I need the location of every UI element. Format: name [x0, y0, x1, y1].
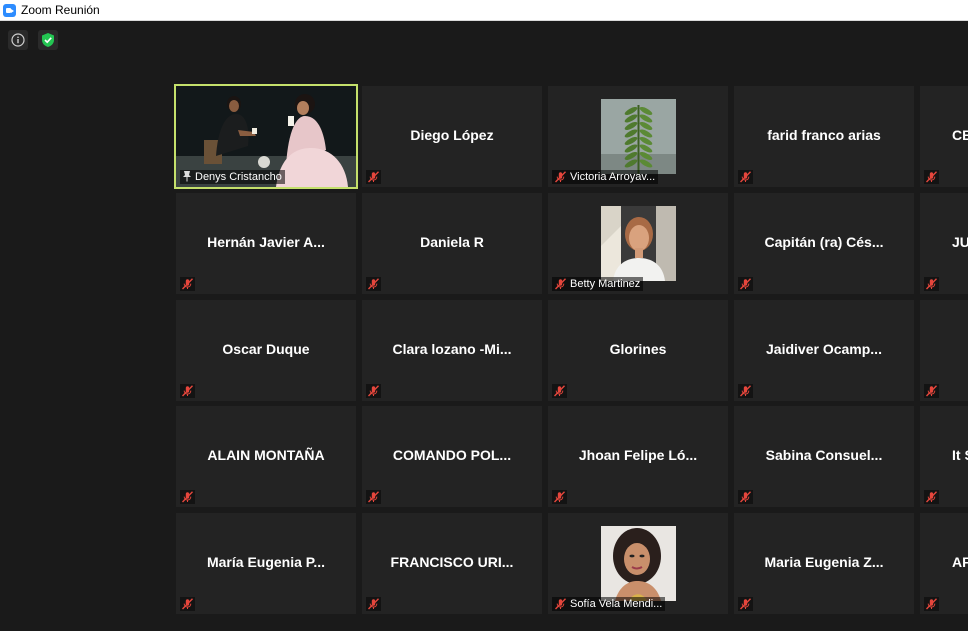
participant-name: Daniela R	[420, 234, 484, 250]
participant-photo	[601, 99, 676, 174]
participant-tile[interactable]: Sofía Vela Mendi...	[548, 513, 728, 614]
participant-name: Denys Cristancho	[195, 171, 282, 183]
participant-name: Sofía Vela Mendi...	[570, 598, 663, 610]
participant-tile[interactable]: farid franco arias	[734, 86, 914, 187]
participant-name-label: Sofía Vela Mendi...	[552, 597, 666, 611]
participant-tile[interactable]: Jhoan Felipe Ló...	[548, 406, 728, 507]
muted-mic-icon	[552, 490, 567, 504]
participant-name: CE	[952, 127, 968, 143]
participant-photo	[601, 206, 676, 281]
participant-name-label: Betty Martinez	[552, 277, 644, 291]
participant-name: AF	[952, 554, 968, 570]
participant-name: It S	[952, 447, 968, 463]
muted-mic-icon	[366, 170, 381, 184]
participant-tile[interactable]: Diego López	[362, 86, 542, 187]
participant-tile[interactable]: Oscar Duque	[176, 300, 356, 401]
muted-mic-icon	[924, 490, 939, 504]
participant-tile[interactable]: Sabina Consuel...	[734, 406, 914, 507]
participant-name: Betty Martinez	[570, 278, 641, 290]
muted-mic-icon	[924, 277, 939, 291]
muted-mic-icon	[738, 597, 753, 611]
muted-mic-icon	[738, 490, 753, 504]
participant-name: Oscar Duque	[222, 341, 310, 357]
participant-tile[interactable]: FRANCISCO URI...	[362, 513, 542, 614]
muted-mic-icon	[738, 170, 753, 184]
muted-mic-icon	[554, 597, 567, 611]
participant-name: Glorines	[609, 341, 667, 357]
muted-mic-icon	[924, 170, 939, 184]
muted-mic-icon	[366, 277, 381, 291]
participant-photo	[601, 526, 676, 601]
muted-mic-icon	[366, 490, 381, 504]
muted-mic-icon	[738, 384, 753, 398]
muted-mic-icon	[366, 597, 381, 611]
muted-mic-icon	[738, 277, 753, 291]
participant-tile[interactable]: María Eugenia P...	[176, 513, 356, 614]
participant-name: COMANDO POL...	[392, 447, 512, 463]
participant-name: Clara lozano -Mi...	[392, 341, 512, 357]
participant-name: Hernán Javier A...	[207, 234, 325, 250]
participant-tile[interactable]: AF	[920, 513, 968, 614]
muted-mic-icon	[554, 170, 567, 184]
participant-tile[interactable]: ALAIN MONTAÑA	[176, 406, 356, 507]
participant-name: farid franco arias	[767, 127, 881, 143]
participant-tile[interactable]: Daniela R	[362, 193, 542, 294]
participant-tile[interactable]: COMANDO POL...	[362, 406, 542, 507]
participant-tile[interactable]: Jaidiver Ocamp...	[734, 300, 914, 401]
muted-mic-icon	[366, 384, 381, 398]
participant-tile[interactable]: Clara lozano -Mi...	[362, 300, 542, 401]
participant-name: Capitán (ra) Cés...	[764, 234, 884, 250]
participant-tile[interactable]: Maria Eugenia Z...	[734, 513, 914, 614]
participant-name: FRANCISCO URI...	[390, 554, 514, 570]
participant-gallery: Denys Cristancho Diego López Victoria Arro…	[0, 0, 968, 631]
participant-name: Jhoan Felipe Ló...	[578, 447, 698, 463]
muted-mic-icon	[180, 277, 195, 291]
participant-tile[interactable]: Glorines	[548, 300, 728, 401]
participant-name: Jaidiver Ocamp...	[766, 341, 882, 357]
participant-tile[interactable]: It S	[920, 406, 968, 507]
participant-name: ALAIN MONTAÑA	[207, 447, 325, 463]
participant-name: JU	[952, 234, 968, 250]
participant-tile[interactable]: Betty Martinez	[548, 193, 728, 294]
muted-mic-icon	[180, 490, 195, 504]
muted-mic-icon	[924, 384, 939, 398]
muted-mic-icon	[180, 597, 195, 611]
participant-name: Diego López	[410, 127, 494, 143]
participant-name: Maria Eugenia Z...	[764, 554, 884, 570]
participant-tile[interactable]: Denys Cristancho	[174, 84, 358, 189]
participant-tile[interactable]	[920, 300, 968, 401]
participant-tile[interactable]: Capitán (ra) Cés...	[734, 193, 914, 294]
participant-name-label: Victoria Arroyav...	[552, 170, 659, 184]
muted-mic-icon	[180, 384, 195, 398]
participant-tile[interactable]: Hernán Javier A...	[176, 193, 356, 294]
participant-name-label: Denys Cristancho	[180, 170, 285, 184]
pin-icon	[182, 170, 192, 185]
participant-tile[interactable]: Victoria Arroyav...	[548, 86, 728, 187]
muted-mic-icon	[554, 277, 567, 291]
participant-name: María Eugenia P...	[206, 554, 325, 570]
participant-name: Victoria Arroyav...	[570, 171, 656, 183]
muted-mic-icon	[552, 384, 567, 398]
participant-tile[interactable]: CE	[920, 86, 968, 187]
participant-name: Sabina Consuel...	[765, 447, 883, 463]
participant-tile[interactable]: JU	[920, 193, 968, 294]
muted-mic-icon	[924, 597, 939, 611]
